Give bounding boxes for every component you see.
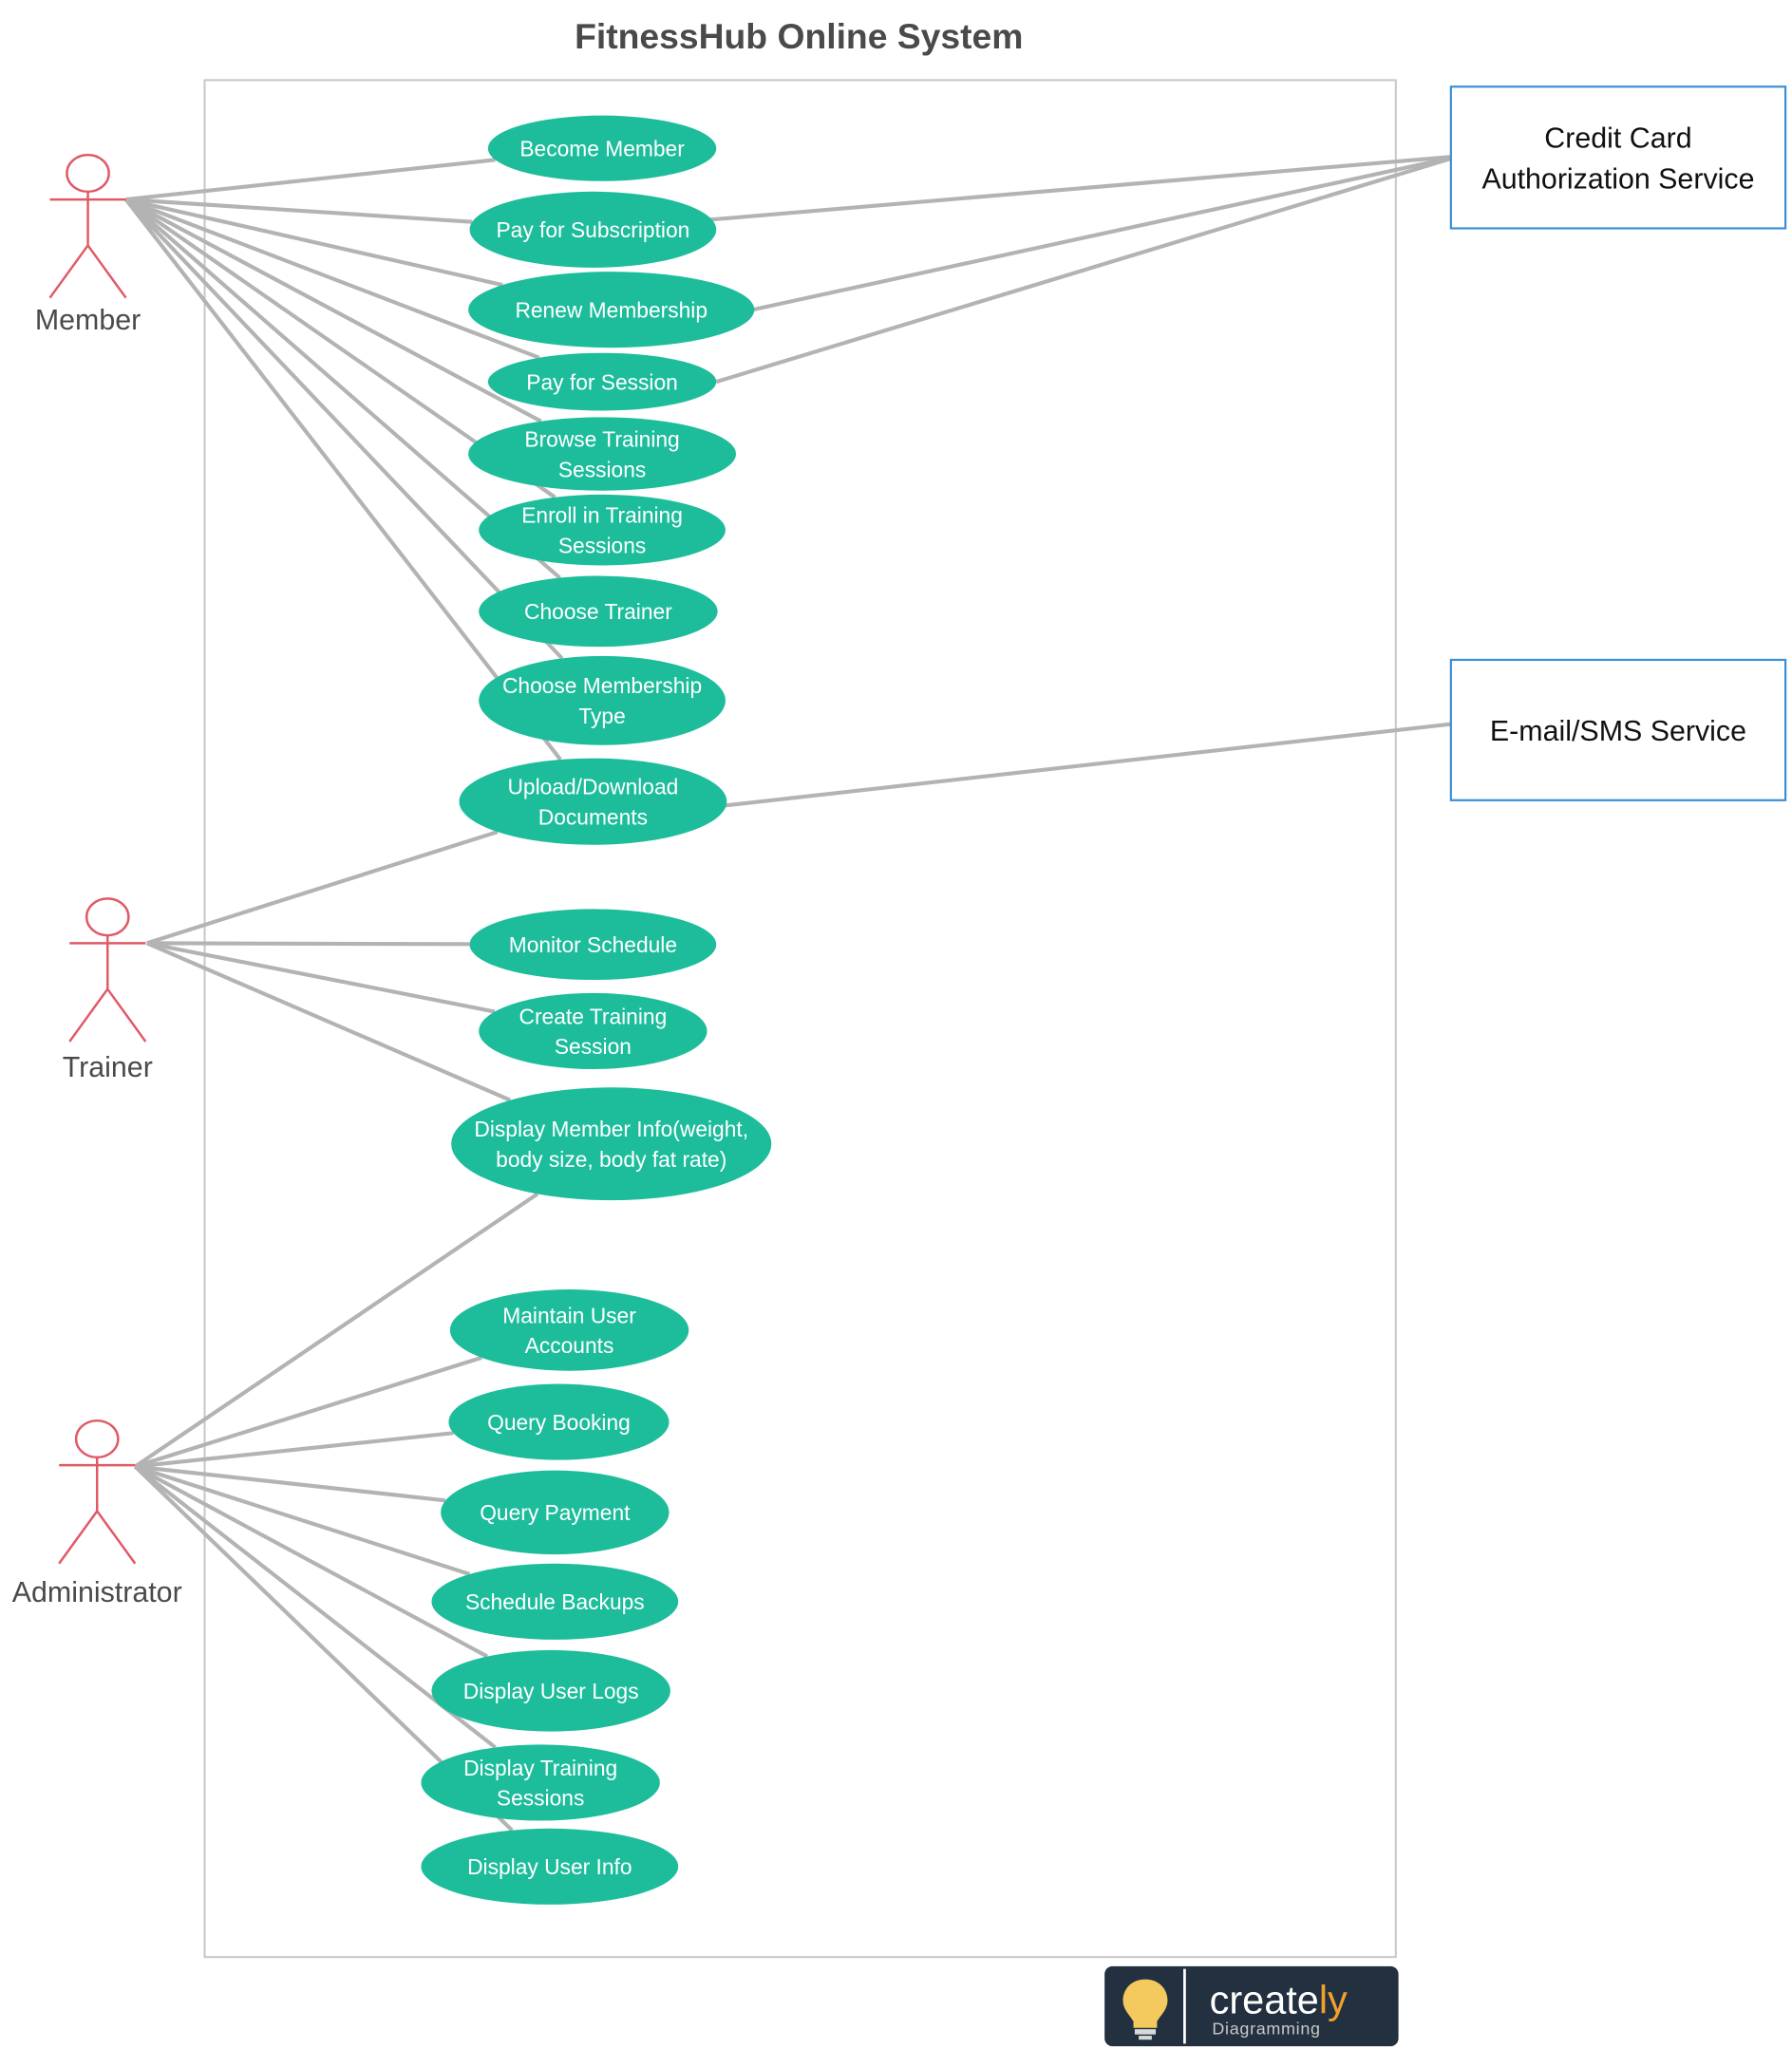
use-case-maintain-accounts[interactable]: Maintain User Accounts [449,1289,689,1371]
use-case-query-booking[interactable]: Query Booking [448,1383,670,1460]
external-system-email-sms[interactable]: E-mail/SMS Service [1449,658,1787,801]
use-case-label: Display User Logs [463,1679,639,1703]
use-case-label: Enroll in Training [521,503,683,528]
actor-label: Member [35,304,141,336]
use-case-label: Browse Training [524,426,679,451]
use-case-label: Pay for Subscription [496,217,689,242]
use-case-label: Sessions [497,1786,584,1811]
use-case-browse-training[interactable]: Browse Training Sessions [468,417,736,491]
use-case-pay-subscription[interactable]: Pay for Subscription [469,191,717,268]
use-case-display-training[interactable]: Display Training Sessions [421,1744,660,1821]
use-case-choose-membership-type[interactable]: Choose Membership Type [479,655,726,745]
actor-label: Trainer [63,1051,153,1083]
use-case-label: Create Training [519,1004,668,1028]
use-case-label: Monitor Schedule [509,932,677,957]
use-case-display-user-logs[interactable]: Display User Logs [431,1649,670,1732]
system-boundary [203,79,1397,1959]
actor-member[interactable]: Member [35,153,141,336]
use-case-ellipse[interactable] [451,1087,772,1201]
use-case-become-member[interactable]: Become Member [487,115,717,181]
use-case-label: Documents [538,804,648,829]
use-case-schedule-backups[interactable]: Schedule Backups [431,1563,679,1640]
use-case-ellipse[interactable] [459,758,727,845]
use-case-diagram: FitnessHub Online System Become Member Pa… [12,16,1787,2047]
external-system-label: E-mail/SMS Service [1490,715,1746,747]
stick-figure-icon [58,1419,137,1565]
use-case-label: Display User Info [467,1854,632,1879]
creately-logo[interactable]: creately Diagramming [1104,1965,1399,2047]
stick-figure-icon [48,153,127,299]
use-case-ellipse[interactable] [449,1289,689,1371]
external-systems: Credit Card Authorization Service E-mail/S… [1449,85,1787,801]
use-case-label: Accounts [525,1333,614,1358]
use-case-label: Type [578,704,625,728]
use-case-create-training[interactable]: Create Training Session [479,992,707,1069]
external-system-label: Authorization Service [1481,162,1754,195]
use-case-monitor-schedule[interactable]: Monitor Schedule [469,909,717,981]
use-case-label: Sessions [558,533,646,557]
use-case-label: Pay for Session [526,369,678,394]
use-case-ellipse[interactable] [479,655,726,745]
external-system-label: Credit Card [1544,122,1691,155]
use-case-label: Choose Trainer [524,599,672,624]
use-case-label: body size, body fat rate) [496,1147,726,1172]
external-system-box[interactable] [1449,85,1787,230]
use-case-enroll-training[interactable]: Enroll in Training Sessions [479,494,726,566]
use-case-label: Query Booking [487,1410,631,1435]
use-case-label: Session [555,1034,632,1059]
use-case-display-member-info[interactable]: Display Member Info(weight, body size, bo… [451,1087,772,1201]
external-system-credit-card[interactable]: Credit Card Authorization Service [1449,85,1787,230]
use-case-renew-membership[interactable]: Renew Membership [468,272,755,348]
use-case-label: Upload/Download [507,775,678,799]
actors: Member Trainer Administrator [12,153,182,1608]
actor-administrator[interactable]: Administrator [12,1419,182,1608]
use-case-label: Display Member Info(weight, [474,1117,748,1141]
use-case-upload-download[interactable]: Upload/Download Documents [459,758,727,845]
use-case-choose-trainer[interactable]: Choose Trainer [479,575,718,648]
actor-trainer[interactable]: Trainer [63,897,153,1083]
use-case-label: Become Member [519,137,685,161]
use-case-label: Renew Membership [515,297,707,322]
use-case-query-payment[interactable]: Query Payment [441,1470,670,1555]
diagram-title: FitnessHub Online System [575,16,1023,56]
actor-label: Administrator [12,1576,182,1608]
use-case-pay-session[interactable]: Pay for Session [487,352,717,411]
use-case-label: Choose Membership [502,673,702,698]
logo-brand: creately [1210,1978,1348,2022]
use-case-label: Schedule Backups [465,1589,645,1614]
use-case-label: Display Training [463,1756,617,1780]
use-case-display-user-info[interactable]: Display User Info [421,1828,679,1905]
association-line-trainer-monitor-schedule [146,941,470,947]
use-case-label: Query Payment [480,1500,631,1525]
stick-figure-icon [68,897,147,1043]
logo-subtitle: Diagramming [1212,2020,1320,2039]
use-case-label: Maintain User [502,1303,636,1327]
use-case-label: Sessions [558,457,646,481]
